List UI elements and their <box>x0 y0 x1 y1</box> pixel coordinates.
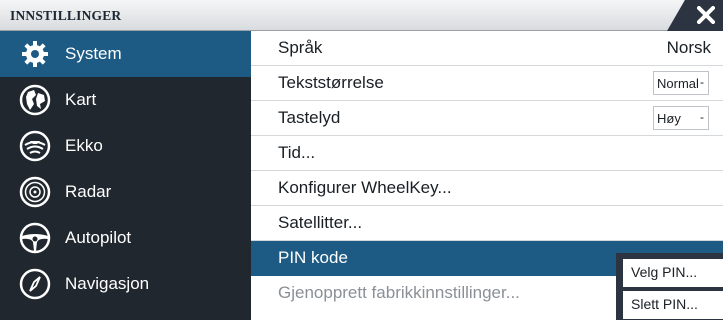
setting-label: PIN kode <box>278 248 348 267</box>
echo-sounder-icon <box>18 129 52 163</box>
sidebar-item-autopilot[interactable]: Autopilot <box>0 215 251 261</box>
sidebar-item-label: Autopilot <box>65 228 132 247</box>
sidebar-item-label: Radar <box>65 182 112 201</box>
select-value: Høy <box>657 111 681 126</box>
window-title: INNSTILLINGER <box>10 8 122 23</box>
sidebar-item-ekko[interactable]: Ekko <box>0 123 251 169</box>
setting-label: Konfigurer WheelKey... <box>278 178 452 197</box>
sidebar-item-navigasjon[interactable]: Navigasjon <box>0 261 251 307</box>
setting-label: Tid... <box>278 143 316 162</box>
text-size-select[interactable]: Normal - <box>653 71 709 95</box>
sidebar-item-label: System <box>65 44 122 63</box>
dropdown-arrow-icon: - <box>700 110 704 124</box>
steering-wheel-icon <box>18 221 52 255</box>
menu-item-label: Slett PIN... <box>631 296 698 312</box>
menu-item-velg-pin[interactable]: Velg PIN... <box>623 259 723 287</box>
setting-row-wheelkey[interactable]: Konfigurer WheelKey... <box>251 171 723 206</box>
setting-label: Gjenopprett fabrikkinnstillinger... <box>278 283 520 302</box>
setting-row-tid[interactable]: Tid... <box>251 136 723 171</box>
sidebar-item-radar[interactable]: Radar <box>0 169 251 215</box>
pin-context-menu: Velg PIN... Slett PIN... <box>616 253 723 320</box>
setting-row-tastelyd[interactable]: Tastelyd Høy - <box>251 101 723 136</box>
setting-label: Språk <box>278 38 323 57</box>
navigation-compass-icon <box>18 267 52 301</box>
menu-item-label: Velg PIN... <box>631 264 698 280</box>
key-sound-select[interactable]: Høy - <box>653 106 709 130</box>
close-button[interactable] <box>667 0 723 31</box>
gear-icon <box>18 37 52 71</box>
setting-label: Tastelyd <box>278 108 341 127</box>
setting-row-satellitter[interactable]: Satellitter... <box>251 206 723 241</box>
setting-row-tekststorrelse[interactable]: Tekststørrelse Normal - <box>251 66 723 101</box>
setting-label: Satellitter... <box>278 213 363 232</box>
setting-label: Tekststørrelse <box>278 73 384 92</box>
sidebar-item-label: Ekko <box>65 136 103 155</box>
setting-row-sprak[interactable]: Språk Norsk <box>251 31 723 66</box>
radar-icon <box>18 175 52 209</box>
menu-item-slett-pin[interactable]: Slett PIN... <box>623 291 723 319</box>
dropdown-arrow-icon: - <box>700 75 704 89</box>
settings-sidebar: System Kart Ekko Radar Autopilot Navigas… <box>0 31 251 320</box>
setting-value: Norsk <box>666 38 711 57</box>
sidebar-item-system[interactable]: System <box>0 31 251 77</box>
chart-globe-icon <box>18 83 52 117</box>
sidebar-item-kart[interactable]: Kart <box>0 77 251 123</box>
sidebar-item-label: Navigasjon <box>65 274 150 293</box>
title-bar: INNSTILLINGER <box>0 0 723 31</box>
select-value: Normal <box>657 76 699 91</box>
sidebar-item-label: Kart <box>65 90 97 109</box>
close-icon <box>697 6 715 24</box>
